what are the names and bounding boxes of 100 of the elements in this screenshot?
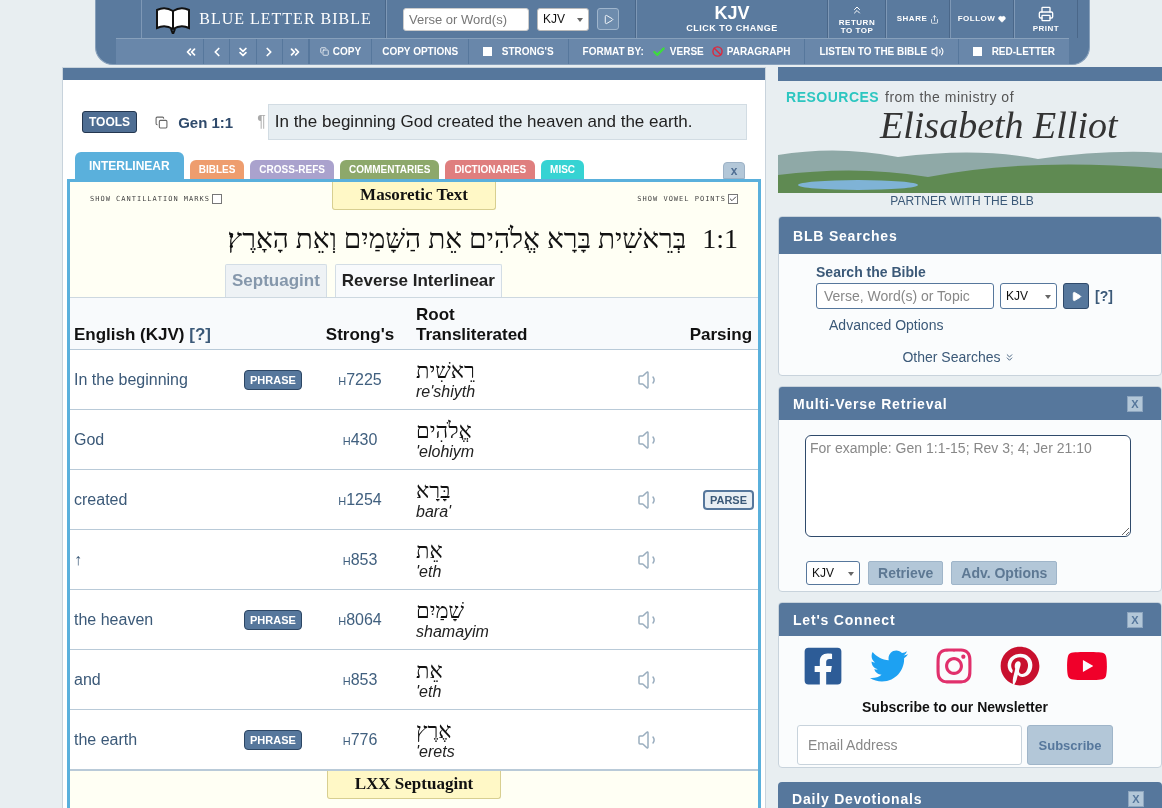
banner-heading: RESOURCES (786, 89, 880, 105)
panel-title: Multi-Verse Retrieval (793, 395, 948, 412)
phrase-button[interactable]: PHRASE (244, 369, 302, 390)
hebrew-word: אֵת (416, 657, 443, 683)
english-word: ↑ (73, 550, 83, 569)
other-searches-link[interactable]: Other Searches (902, 349, 1015, 365)
resource-tab[interactable]: INTERLINEAR (75, 152, 184, 179)
newsletter-heading: Subscribe to our Newsletter (862, 699, 1048, 715)
share-button[interactable]: SHARE (896, 14, 940, 24)
verse-reference-link[interactable]: Gen 1:1 (178, 113, 234, 131)
toolbar-checkbox[interactable]: STRONG'S (468, 39, 568, 64)
instagram-icon[interactable] (934, 646, 974, 686)
search-go-button[interactable] (1063, 283, 1089, 309)
verse-text: In the beginning God created the heaven and the earth. (267, 104, 747, 140)
search-label: Search the Bible (816, 264, 927, 280)
transliteration: 'erets (416, 742, 455, 762)
close-tabs-button[interactable]: x (723, 162, 745, 179)
resource-tab[interactable]: DICTIONARIES (445, 160, 536, 179)
banner-subheading: from the ministry of (885, 89, 1015, 105)
panel-title: Let's Connect (793, 611, 896, 628)
subscribe-button[interactable]: Subscribe (1027, 725, 1113, 765)
transliteration: 'eth (416, 562, 442, 582)
phrase-button[interactable]: PHRASE (244, 609, 302, 630)
strongs-link[interactable]: H853 (342, 670, 378, 689)
format-option[interactable]: PARAGRAPH (707, 39, 795, 64)
transliteration: shamayim (416, 622, 489, 642)
listen-button[interactable]: LISTEN TO THE BIBLE (804, 39, 959, 64)
strongs-link[interactable]: H776 (342, 730, 378, 749)
retrieval-button[interactable]: Adv. Options (951, 561, 1058, 585)
transliteration: 'eth (416, 682, 442, 702)
pinterest-icon[interactable] (1000, 646, 1040, 686)
source-label: LXX Septuagint (326, 771, 502, 799)
format-label: FORMAT BY: (567, 39, 648, 64)
close-button[interactable]: X (1127, 611, 1143, 628)
format-option[interactable]: VERSE (647, 39, 708, 64)
column-header: Strong's (325, 325, 395, 345)
copy-button[interactable]: COPY (308, 39, 372, 64)
hebrew-word: אֵת (416, 537, 443, 563)
english-word: In the beginning (73, 370, 189, 389)
version-select[interactable]: KJV (806, 561, 860, 585)
share-icon (930, 14, 940, 24)
toolbar-checkbox[interactable]: RED-LETTER (958, 39, 1069, 64)
checkbox[interactable] (211, 194, 222, 204)
retrieval-button[interactable]: Retrieve (868, 561, 944, 585)
hebrew-verse-text: בְּרֵאשִׁית בָּרָא אֱלֹהִים אֵת הַשָּׁמַיִם וְאֵת הָאָרֶץ׃ (227, 223, 687, 255)
strongs-link[interactable]: H853 (342, 550, 378, 569)
source-label: Masoretic Text (332, 182, 496, 210)
hebrew-word: אֱלֹהִים (416, 417, 472, 443)
translation-subtab[interactable]: Septuagint (225, 264, 327, 297)
parse-button[interactable]: PARSE (702, 489, 754, 510)
checkbox[interactable] (728, 194, 738, 204)
print-button[interactable]: PRINT (1032, 5, 1060, 33)
strongs-link[interactable]: H1254 (338, 490, 382, 509)
tools-button[interactable]: TOOLS (82, 111, 138, 133)
return-to-top-button[interactable]: RETURN TO TOP (837, 3, 877, 35)
verse-list-field[interactable]: For example: Gen 1:1-15; Rev 3; 4; Jer 21:10 (805, 435, 1131, 537)
hebrew-word: אֶרֶץ (416, 717, 452, 743)
panel-title: Daily Devotionals (792, 790, 923, 807)
phrase-button[interactable]: PHRASE (244, 729, 302, 750)
translation-subtab[interactable]: Reverse Interlinear (334, 264, 502, 297)
play-icon (1070, 290, 1082, 302)
close-button[interactable]: X (1127, 395, 1143, 412)
copy-options-button[interactable]: COPY OPTIONS (371, 39, 469, 64)
pilcrow: ¶ (257, 113, 266, 131)
hebrew-word: בָּרָא (416, 477, 451, 503)
bible-search-field[interactable]: Verse, Word(s) or Topic (816, 283, 994, 309)
follow-button[interactable]: FOLLOW (957, 15, 1007, 23)
panel-title: BLB Searches (793, 227, 898, 244)
hebrew-word: שָׁמַיִם (416, 597, 465, 623)
printer-icon (1038, 5, 1054, 22)
strongs-link[interactable]: H430 (342, 430, 378, 449)
column-header: English (KJV) [?] (73, 325, 211, 345)
transliteration: re'shiyth (416, 382, 476, 402)
column-header: Parsing (689, 325, 753, 345)
email-field[interactable]: Email Address (797, 725, 1022, 765)
copy-icon[interactable] (155, 115, 169, 129)
english-word: and (73, 670, 102, 689)
help-link[interactable]: [?] (189, 325, 211, 344)
english-word: God (73, 430, 106, 449)
english-word: the heaven (73, 610, 155, 629)
help-link[interactable]: [?] (1095, 288, 1113, 304)
strongs-link[interactable]: H8064 (338, 610, 382, 629)
resource-tab[interactable]: COMMENTARIES (339, 160, 440, 179)
verse-number: 1:1 (702, 223, 738, 255)
verse-search-field[interactable]: Verse or Word(s) (403, 7, 529, 31)
strongs-link[interactable]: H7225 (338, 370, 382, 389)
resource-tab[interactable]: CROSS-REFS (250, 160, 334, 179)
sponsor-caption[interactable]: PARTNER WITH THE BLB (890, 194, 1050, 208)
hebrew-word: רֵאשִׁית (416, 357, 475, 383)
go-button[interactable] (597, 8, 619, 30)
close-button[interactable]: X (1128, 790, 1144, 807)
version-select[interactable]: KJV (1000, 283, 1057, 309)
version-change-button[interactable]: KJV CLICK TO CHANGE (686, 5, 778, 33)
version-select[interactable]: KJV (537, 7, 589, 31)
column-header: Root Transliterated (415, 305, 529, 345)
advanced-options-link[interactable]: Advanced Options (829, 317, 1141, 333)
speaker-icon (931, 45, 945, 58)
facebook-icon[interactable] (802, 645, 844, 687)
site-logo-text[interactable]: BLUE LETTER BIBLE (199, 10, 372, 28)
heart-icon (998, 15, 1007, 23)
